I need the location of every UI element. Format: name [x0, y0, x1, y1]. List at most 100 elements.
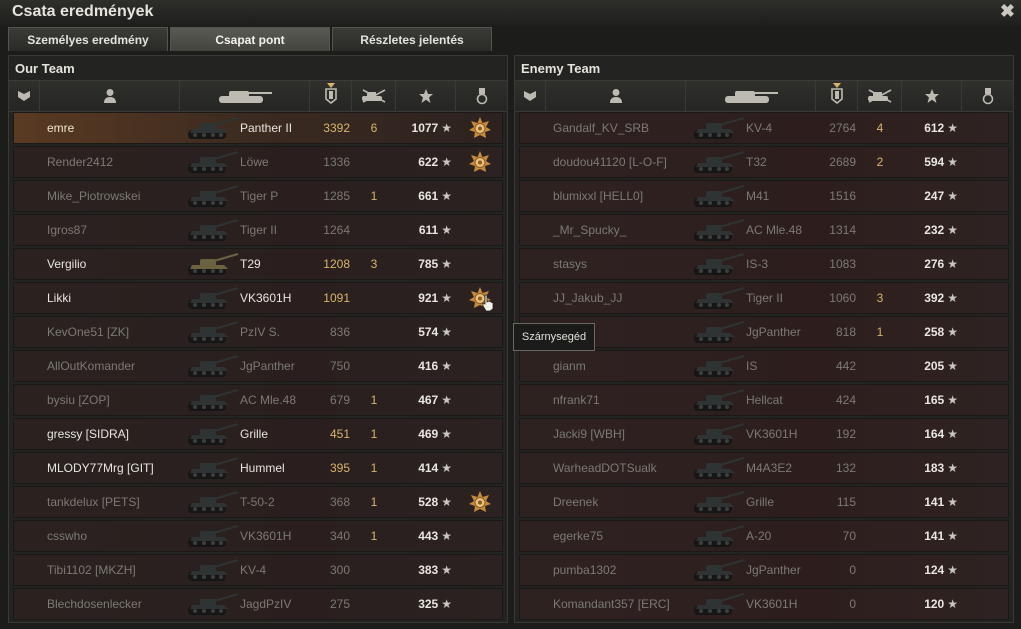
enemy-player-row[interactable]: Jacki9 [WBH] VK3601H 192 164 ★	[519, 418, 1009, 450]
our-player-row[interactable]: Render2412 Löwe 1336 622 ★	[13, 146, 503, 178]
player-name[interactable]: Dreenek	[553, 487, 598, 517]
damage-value: 132	[835, 461, 856, 475]
player-name[interactable]: bysiu [ZOP]	[47, 385, 110, 415]
enemy-column-damage[interactable]	[815, 81, 857, 111]
our-column-player[interactable]	[39, 81, 179, 111]
player-name[interactable]: Mike_Piotrowskei	[47, 181, 140, 211]
player-name[interactable]: csswho	[47, 521, 87, 551]
player-name[interactable]: Jacki9 [WBH]	[553, 419, 625, 449]
close-icon[interactable]: ✖	[1000, 1, 1015, 22]
our-player-row[interactable]: csswho VK3601H 340 1 443 ★	[13, 520, 503, 552]
player-name[interactable]: Likki	[47, 283, 71, 313]
our-column-medal[interactable]	[455, 81, 507, 111]
our-player-row[interactable]: Likki VK3601H 1091 921 ★	[13, 282, 503, 314]
our-player-row[interactable]: Igros87 Tiger II 1264 611 ★	[13, 214, 503, 246]
xp-value: 469 ★	[398, 419, 452, 449]
damage-value: 818	[835, 325, 856, 339]
player-name[interactable]: AllOutKomander	[47, 351, 135, 381]
tab-detailed-report[interactable]: Részletes jelentés	[332, 27, 492, 51]
player-name[interactable]: tankdelux [PETS]	[47, 487, 140, 517]
tab-personal-result[interactable]: Személyes eredmény	[8, 27, 168, 51]
star-icon: ★	[947, 291, 958, 305]
player-name[interactable]: Gandalf_KV_SRB	[553, 113, 649, 143]
medal-icon[interactable]	[468, 490, 492, 514]
enemy-player-row[interactable]: Dreenek Grille 115 141 ★	[519, 486, 1009, 518]
our-column-platoon[interactable]	[9, 81, 39, 111]
our-column-damage[interactable]	[309, 81, 351, 111]
player-name[interactable]: gianm	[553, 351, 586, 381]
damage-value: 442	[835, 359, 856, 373]
player-name[interactable]: MLODY77Mrg [GIT]	[47, 453, 154, 483]
player-name[interactable]: doudou41120 [L-O-F]	[553, 147, 667, 177]
tab-team-score[interactable]: Csapat pont	[170, 27, 330, 51]
our-player-row[interactable]: Mike_Piotrowskei Tiger P 1285 1 661 ★	[13, 180, 503, 212]
enemy-player-row[interactable]: gianm IS 442 205 ★	[519, 350, 1009, 382]
player-name[interactable]: Blechdosenlecker	[47, 589, 142, 619]
tank-icon	[690, 420, 746, 448]
xp-value: 258 ★	[904, 317, 958, 347]
tank-icon	[215, 88, 275, 104]
enemy-player-row[interactable]: pumba1302 JgPanther 0 124 ★	[519, 554, 1009, 586]
star-icon: ★	[947, 223, 958, 237]
damage-value: 2764	[829, 121, 856, 135]
enemy-column-xp[interactable]	[901, 81, 961, 111]
enemy-column-platoon[interactable]	[515, 81, 545, 111]
xp-value: 414 ★	[398, 453, 452, 483]
player-name[interactable]: blumixxl [HELL0]	[553, 181, 643, 211]
kills-icon	[866, 89, 894, 103]
medal-icon[interactable]	[468, 150, 492, 174]
tank-name: VK3601H	[240, 291, 292, 305]
xp-number: 124	[924, 563, 945, 577]
player-name[interactable]: WarheadDOTSualk	[553, 453, 657, 483]
our-player-row[interactable]: MLODY77Mrg [GIT] Hummel 395 1 414 ★	[13, 452, 503, 484]
star-icon: ★	[947, 563, 958, 577]
enemy-column-tank[interactable]	[685, 81, 815, 111]
enemy-player-row[interactable]: JJ_Jakub_JJ Tiger II 1060 3 392 ★	[519, 282, 1009, 314]
tank-name: VK3601H	[746, 597, 798, 611]
player-name[interactable]: Render2412	[47, 147, 113, 177]
our-player-row[interactable]: Vergilio T29 1208 3 785 ★	[13, 248, 503, 280]
enemy-player-row[interactable]: Komandant357 [ERC] VK3601H 0 120 ★	[519, 588, 1009, 620]
player-name[interactable]: pumba1302	[553, 555, 616, 585]
enemy-column-medal[interactable]	[961, 81, 1013, 111]
our-player-row[interactable]: AllOutKomander JgPanther 750 416 ★	[13, 350, 503, 382]
star-icon: ★	[947, 121, 958, 135]
our-column-tank[interactable]	[179, 81, 309, 111]
our-column-kills[interactable]	[351, 81, 395, 111]
star-icon: ★	[947, 189, 958, 203]
enemy-player-row[interactable]: nfrank71 Hellcat 424 165 ★	[519, 384, 1009, 416]
enemy-player-row[interactable]: _Mr_Spucky_ AC Mle.48 1314 232 ★	[519, 214, 1009, 246]
player-name[interactable]: nfrank71	[553, 385, 600, 415]
enemy-column-player[interactable]	[545, 81, 685, 111]
player-name[interactable]: Tibi1102 [MKZH]	[47, 555, 136, 585]
our-player-row[interactable]: emre Panther II 3392 6 1077 ★	[13, 112, 503, 144]
player-name[interactable]: egerke75	[553, 521, 603, 551]
player-name[interactable]: Komandant357 [ERC]	[553, 589, 670, 619]
player-name[interactable]: stasys	[553, 249, 587, 279]
player-name[interactable]: KevOne51 [ZK]	[47, 317, 129, 347]
our-player-row[interactable]: Blechdosenlecker JagdPzIV 275 325 ★	[13, 588, 503, 620]
enemy-player-row[interactable]: doudou41120 [L-O-F] T32 2689 2 594 ★	[519, 146, 1009, 178]
enemy-player-row[interactable]: blumixxl [HELL0] M41 1516 247 ★	[519, 180, 1009, 212]
player-name[interactable]: JJ_Jakub_JJ	[553, 283, 622, 313]
our-player-row[interactable]: bysiu [ZOP] AC Mle.48 679 1 467 ★	[13, 384, 503, 416]
enemy-player-row[interactable]: Gandalf_KV_SRB KV-4 2764 4 612 ★	[519, 112, 1009, 144]
our-player-row[interactable]: KevOne51 [ZK] PzIV S. 836 574 ★	[13, 316, 503, 348]
our-player-row[interactable]: tankdelux [PETS] T-50-2 368 1 528 ★	[13, 486, 503, 518]
player-name[interactable]: Vergilio	[47, 249, 86, 279]
enemy-player-row[interactable]: stasys IS-3 1083 276 ★	[519, 248, 1009, 280]
enemy-player-row[interactable]: egerke75 A-20 70 141 ★	[519, 520, 1009, 552]
medal-icon[interactable]	[468, 116, 492, 140]
player-name[interactable]: gressy [SIDRA]	[47, 419, 129, 449]
player-name[interactable]: _Mr_Spucky_	[553, 215, 626, 245]
our-player-row[interactable]: gressy [SIDRA] Grille 451 1 469 ★	[13, 418, 503, 450]
player-name[interactable]: emre	[47, 113, 74, 143]
our-column-xp[interactable]	[395, 81, 455, 111]
xp-value: 165 ★	[904, 385, 958, 415]
player-name[interactable]: Igros87	[47, 215, 87, 245]
enemy-column-kills[interactable]	[857, 81, 901, 111]
tank-icon	[184, 148, 240, 176]
enemy-player-row[interactable]: WarheadDOTSualk M4A3E2 132 183 ★	[519, 452, 1009, 484]
our-player-row[interactable]: Tibi1102 [MKZH] KV-4 300 383 ★	[13, 554, 503, 586]
star-icon: ★	[947, 461, 958, 475]
